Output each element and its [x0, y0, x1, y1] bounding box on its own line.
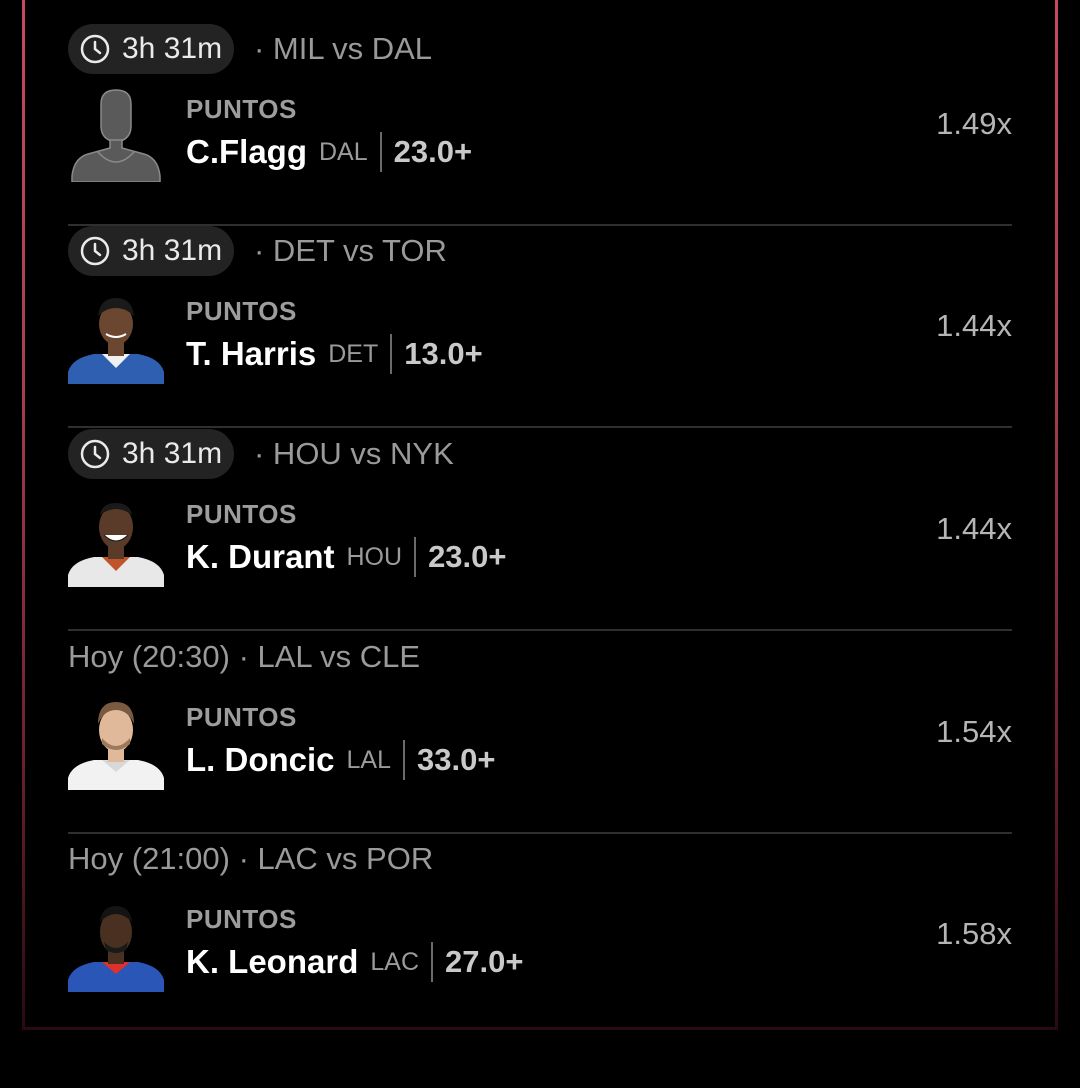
team-abbr: DET	[328, 339, 379, 368]
player-avatar	[68, 288, 164, 384]
match-label: · DET vs TOR	[254, 233, 447, 268]
team-abbr: LAC	[370, 947, 419, 976]
team-abbr: LAL	[346, 745, 392, 774]
match-label: · MIL vs DAL	[254, 31, 432, 66]
stat-line: 23.0+	[428, 539, 507, 574]
player-avatar	[68, 896, 164, 992]
countdown-pill: 3h 31m	[68, 226, 235, 276]
countdown-text: 3h 31m	[122, 32, 223, 65]
separator	[431, 942, 433, 982]
row-divider	[68, 629, 1012, 631]
clock-icon	[80, 439, 110, 469]
row-divider	[68, 426, 1012, 428]
stat-category: PUNTOS	[186, 904, 297, 934]
multiplier[interactable]: 1.49x	[936, 106, 1012, 142]
separator	[414, 537, 417, 577]
pick-row[interactable]: 3h 31m · HOU vs NYK PUNTOS K. Durant HOU…	[68, 429, 1012, 631]
stat-line: 27.0+	[445, 944, 524, 979]
separator	[390, 334, 393, 374]
separator	[403, 740, 406, 780]
match-label: Hoy (20:30) · LAL vs CLE	[68, 639, 421, 674]
player-line: K. Leonard LAC 27.0+	[186, 938, 523, 986]
stat-line: 33.0+	[417, 742, 496, 777]
clock-icon	[80, 34, 110, 64]
player-line: T. Harris DET 13.0+	[186, 330, 483, 378]
pick-row[interactable]: Hoy (20:30) · LAL vs CLE PUNTOS L. Donci…	[68, 632, 1012, 834]
player-line: K. Durant HOU 23.0+	[186, 533, 507, 581]
pick-row[interactable]: Hoy (21:00) · LAC vs POR PUNTOS K. Leona…	[68, 834, 1012, 1036]
clock-icon	[80, 236, 110, 266]
player-avatar	[68, 491, 164, 587]
player-name: C.Flagg	[186, 133, 307, 170]
multiplier[interactable]: 1.54x	[936, 714, 1012, 750]
team-abbr: DAL	[319, 137, 368, 166]
separator	[379, 132, 382, 172]
match-label: · HOU vs NYK	[254, 436, 454, 471]
player-name: K. Leonard	[186, 943, 359, 980]
player-name: K. Durant	[186, 538, 335, 575]
pick-row[interactable]: 3h 31m · MIL vs DAL PUNTOS C.Flagg DAL 2…	[68, 24, 1012, 226]
countdown-text: 3h 31m	[122, 437, 223, 470]
player-avatar	[68, 694, 164, 790]
stat-line: 13.0+	[404, 336, 483, 371]
countdown-pill: 3h 31m	[68, 24, 235, 74]
stat-category: PUNTOS	[186, 94, 297, 124]
countdown-text: 3h 31m	[122, 234, 223, 267]
multiplier[interactable]: 1.58x	[936, 916, 1012, 952]
stat-category: PUNTOS	[186, 702, 297, 732]
player-avatar	[68, 86, 164, 182]
player-line: L. Doncic LAL 33.0+	[186, 736, 495, 784]
stat-line: 23.0+	[393, 134, 473, 169]
match-label: Hoy (21:00) · LAC vs POR	[68, 841, 434, 876]
player-name: L. Doncic	[186, 741, 335, 778]
team-abbr: HOU	[346, 542, 403, 571]
countdown-pill: 3h 31m	[68, 429, 235, 479]
multiplier[interactable]: 1.44x	[936, 511, 1012, 547]
player-name: T. Harris	[186, 335, 317, 372]
pick-row[interactable]: 3h 31m · DET vs TOR PUNTOS T. Harris DET…	[68, 226, 1012, 428]
player-line: C.Flagg DAL 23.0+	[186, 128, 472, 176]
stat-category: PUNTOS	[186, 296, 297, 326]
stat-category: PUNTOS	[186, 499, 297, 529]
multiplier[interactable]: 1.44x	[936, 308, 1012, 344]
